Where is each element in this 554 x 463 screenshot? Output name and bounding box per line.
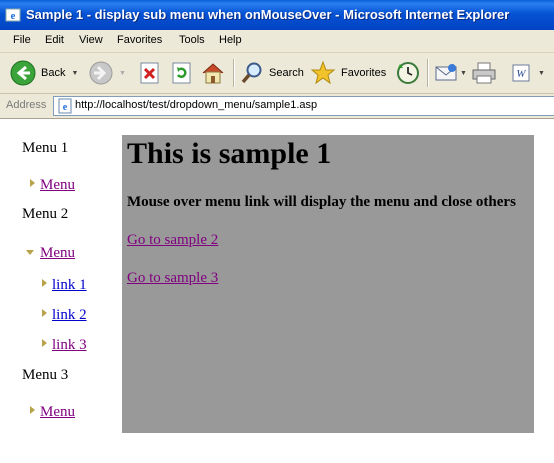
star-icon [310,60,336,86]
triangle-right-icon [42,309,47,317]
menu-view[interactable]: View [79,34,103,46]
edit-word-button[interactable]: W ▼ [510,57,545,89]
page-icon: e [57,98,73,117]
triangle-right-icon [30,406,35,414]
chevron-down-icon[interactable]: ▼ [71,70,78,77]
submenu-link-3[interactable]: link 3 [52,337,87,354]
menu-tools[interactable]: Tools [179,34,205,46]
search-label: Search [269,67,304,79]
menu1-link[interactable]: Menu [40,177,75,194]
back-button[interactable]: Back ▼ [10,57,78,89]
forward-arrow-icon [89,61,113,85]
menu-bar: File Edit View Favorites Tools Help [0,30,554,53]
chevron-down-icon[interactable]: ▼ [538,70,545,77]
menu-help[interactable]: Help [219,34,242,46]
svg-text:e: e [63,102,68,113]
stop-button[interactable] [139,57,161,89]
menu-favorites[interactable]: Favorites [117,34,162,46]
menu2-heading: Menu 2 [22,206,69,222]
printer-icon [471,61,497,85]
page-content: Menu 1 Menu Menu 2 Menu link 1 link 2 li… [0,119,554,463]
menu3-link[interactable]: Menu [40,404,75,421]
toolbar: Back ▼ ▼ Search Favorites ▼ W ▼ [0,53,554,94]
forward-button[interactable]: ▼ [89,57,126,89]
menu2-link[interactable]: Menu [40,245,75,262]
page-heading: This is sample 1 [127,137,332,170]
submenu-link-2[interactable]: link 2 [52,307,87,324]
menu-edit[interactable]: Edit [45,34,64,46]
mail-icon [434,62,458,84]
menu3-heading: Menu 3 [22,367,69,383]
mail-button[interactable]: ▼ [434,57,467,89]
ie-icon: e [5,7,21,23]
sample2-link[interactable]: Go to sample 2 [127,232,218,249]
toolbar-separator [233,59,235,87]
sidebar-menu: Menu 1 Menu Menu 2 Menu link 1 link 2 li… [0,119,120,463]
print-button[interactable] [471,57,497,89]
stop-icon [139,61,161,85]
triangle-right-icon [30,179,35,187]
refresh-button[interactable] [171,57,193,89]
search-button[interactable]: Search [240,57,304,89]
address-url[interactable]: http://localhost/test/dropdown_menu/samp… [75,99,317,111]
address-input[interactable]: e http://localhost/test/dropdown_menu/sa… [53,96,554,116]
history-icon [395,60,421,86]
triangle-down-icon [26,250,34,255]
svg-text:e: e [11,10,16,22]
window-title: Sample 1 - display sub menu when onMouse… [26,7,510,22]
back-arrow-icon [10,60,36,86]
history-button[interactable] [395,57,421,89]
home-button[interactable] [200,57,226,89]
menu1-heading: Menu 1 [22,140,69,156]
window-titlebar[interactable]: e Sample 1 - display sub menu when onMou… [0,0,554,30]
sample3-link[interactable]: Go to sample 3 [127,270,218,287]
favorites-label: Favorites [341,67,387,79]
submenu-link-1[interactable]: link 1 [52,277,87,294]
back-label: Back [41,67,66,79]
address-label: Address [6,99,47,111]
svg-text:W: W [516,68,526,80]
chevron-down-icon[interactable]: ▼ [460,70,467,77]
search-icon [240,61,264,85]
word-icon: W [510,62,532,84]
main-panel: This is sample 1 Mouse over menu link wi… [122,135,534,433]
page-description: Mouse over menu link will display the me… [127,194,516,210]
address-bar: Address e http://localhost/test/dropdown… [0,94,554,119]
toolbar-separator [427,59,429,87]
refresh-icon [171,61,193,85]
triangle-right-icon [42,279,47,287]
chevron-down-icon[interactable]: ▼ [119,70,126,77]
menu-file[interactable]: File [13,34,31,46]
favorites-button[interactable]: Favorites [310,57,386,89]
triangle-right-icon [42,339,47,347]
home-icon [200,60,226,86]
